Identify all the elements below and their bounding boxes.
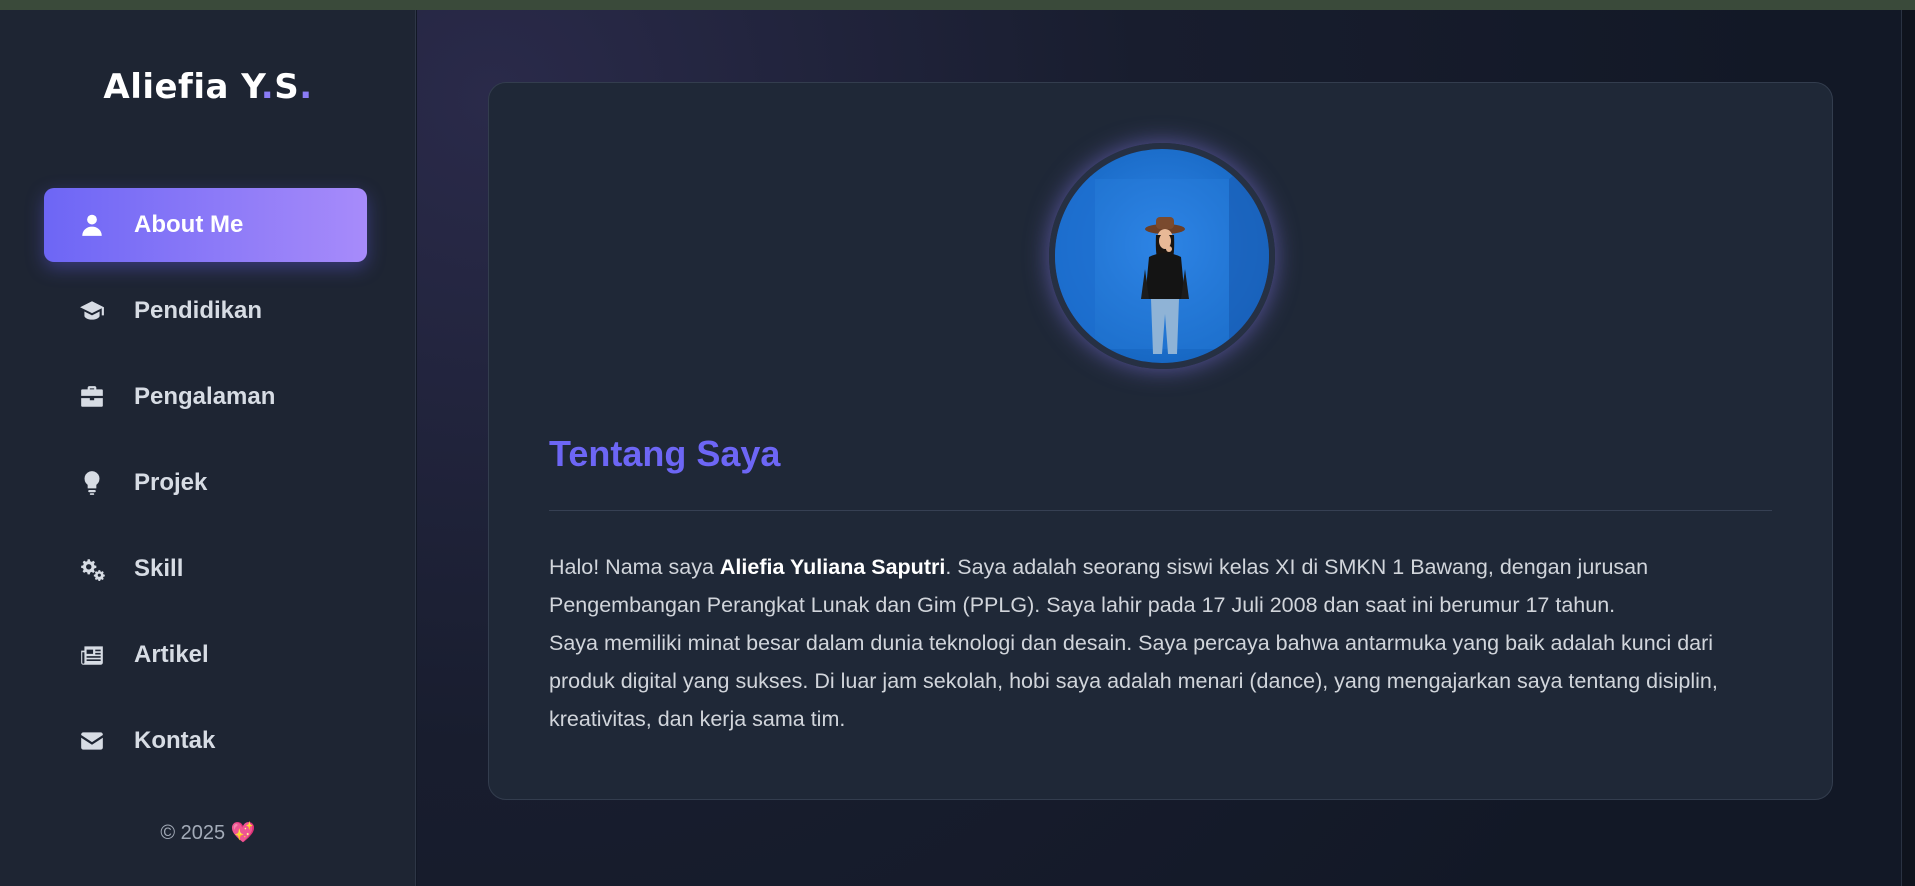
sidebar-item-artikel[interactable]: Artikel <box>44 618 367 692</box>
graduation-cap-icon <box>78 297 106 325</box>
sidebar-item-label: Kontak <box>134 727 216 754</box>
brand-name: Aliefia Y <box>103 67 261 107</box>
sidebar-item-pendidikan[interactable]: Pendidikan <box>44 274 367 348</box>
bio-paragraph-1: Halo! Nama saya Aliefia Yuliana Saputri.… <box>549 548 1779 624</box>
brand-initial: S <box>274 67 300 107</box>
sidebar-item-skill[interactable]: Skill <box>44 532 367 606</box>
sidebar-item-label: Pengalaman <box>134 383 276 410</box>
window-top-bar <box>0 0 1915 10</box>
sidebar-item-label: Projek <box>134 469 208 496</box>
lightbulb-icon <box>78 469 106 497</box>
heart-icon: 💖 <box>230 822 256 844</box>
briefcase-icon <box>78 383 106 411</box>
sidebar-item-pengalaman[interactable]: Pengalaman <box>44 360 367 434</box>
bio-paragraph-2: Saya memiliki minat besar dalam dunia te… <box>549 631 1718 731</box>
sidebar-item-kontak[interactable]: Kontak <box>44 704 367 778</box>
scrollbar[interactable] <box>1901 10 1915 886</box>
profile-photo <box>1049 143 1275 369</box>
sidebar-item-projek[interactable]: Projek <box>44 446 367 520</box>
copyright-text: © 2025 <box>160 822 226 844</box>
sidebar: Aliefia Y.S. About Me Pendidikan Pengala… <box>0 10 416 886</box>
sidebar-item-label: Pendidikan <box>134 297 263 324</box>
bio-text: Halo! Nama saya <box>549 555 720 579</box>
about-text: Halo! Nama saya Aliefia Yuliana Saputri.… <box>549 548 1779 738</box>
sidebar-item-label: About Me <box>134 211 244 238</box>
user-icon <box>78 211 106 239</box>
brand-dot: . <box>260 67 275 107</box>
sidebar-footer: © 2025 💖 <box>0 820 416 845</box>
section-title: Tentang Saya <box>549 433 781 474</box>
section-divider <box>549 510 1772 511</box>
brand-dot: . <box>299 67 313 107</box>
sidebar-item-about-me[interactable]: About Me <box>44 188 367 262</box>
gears-icon <box>78 555 106 583</box>
envelope-icon <box>78 727 106 755</box>
newspaper-icon <box>78 641 106 669</box>
sidebar-nav: About Me Pendidikan Pengalaman Projek Sk… <box>44 188 367 790</box>
about-card: Tentang Saya Halo! Nama saya Aliefia Yul… <box>488 82 1833 800</box>
sidebar-item-label: Artikel <box>134 641 209 668</box>
sidebar-item-label: Skill <box>134 555 184 582</box>
bio-name: Aliefia Yuliana Saputri <box>719 555 946 579</box>
brand-logo[interactable]: Aliefia Y.S. <box>0 67 416 107</box>
